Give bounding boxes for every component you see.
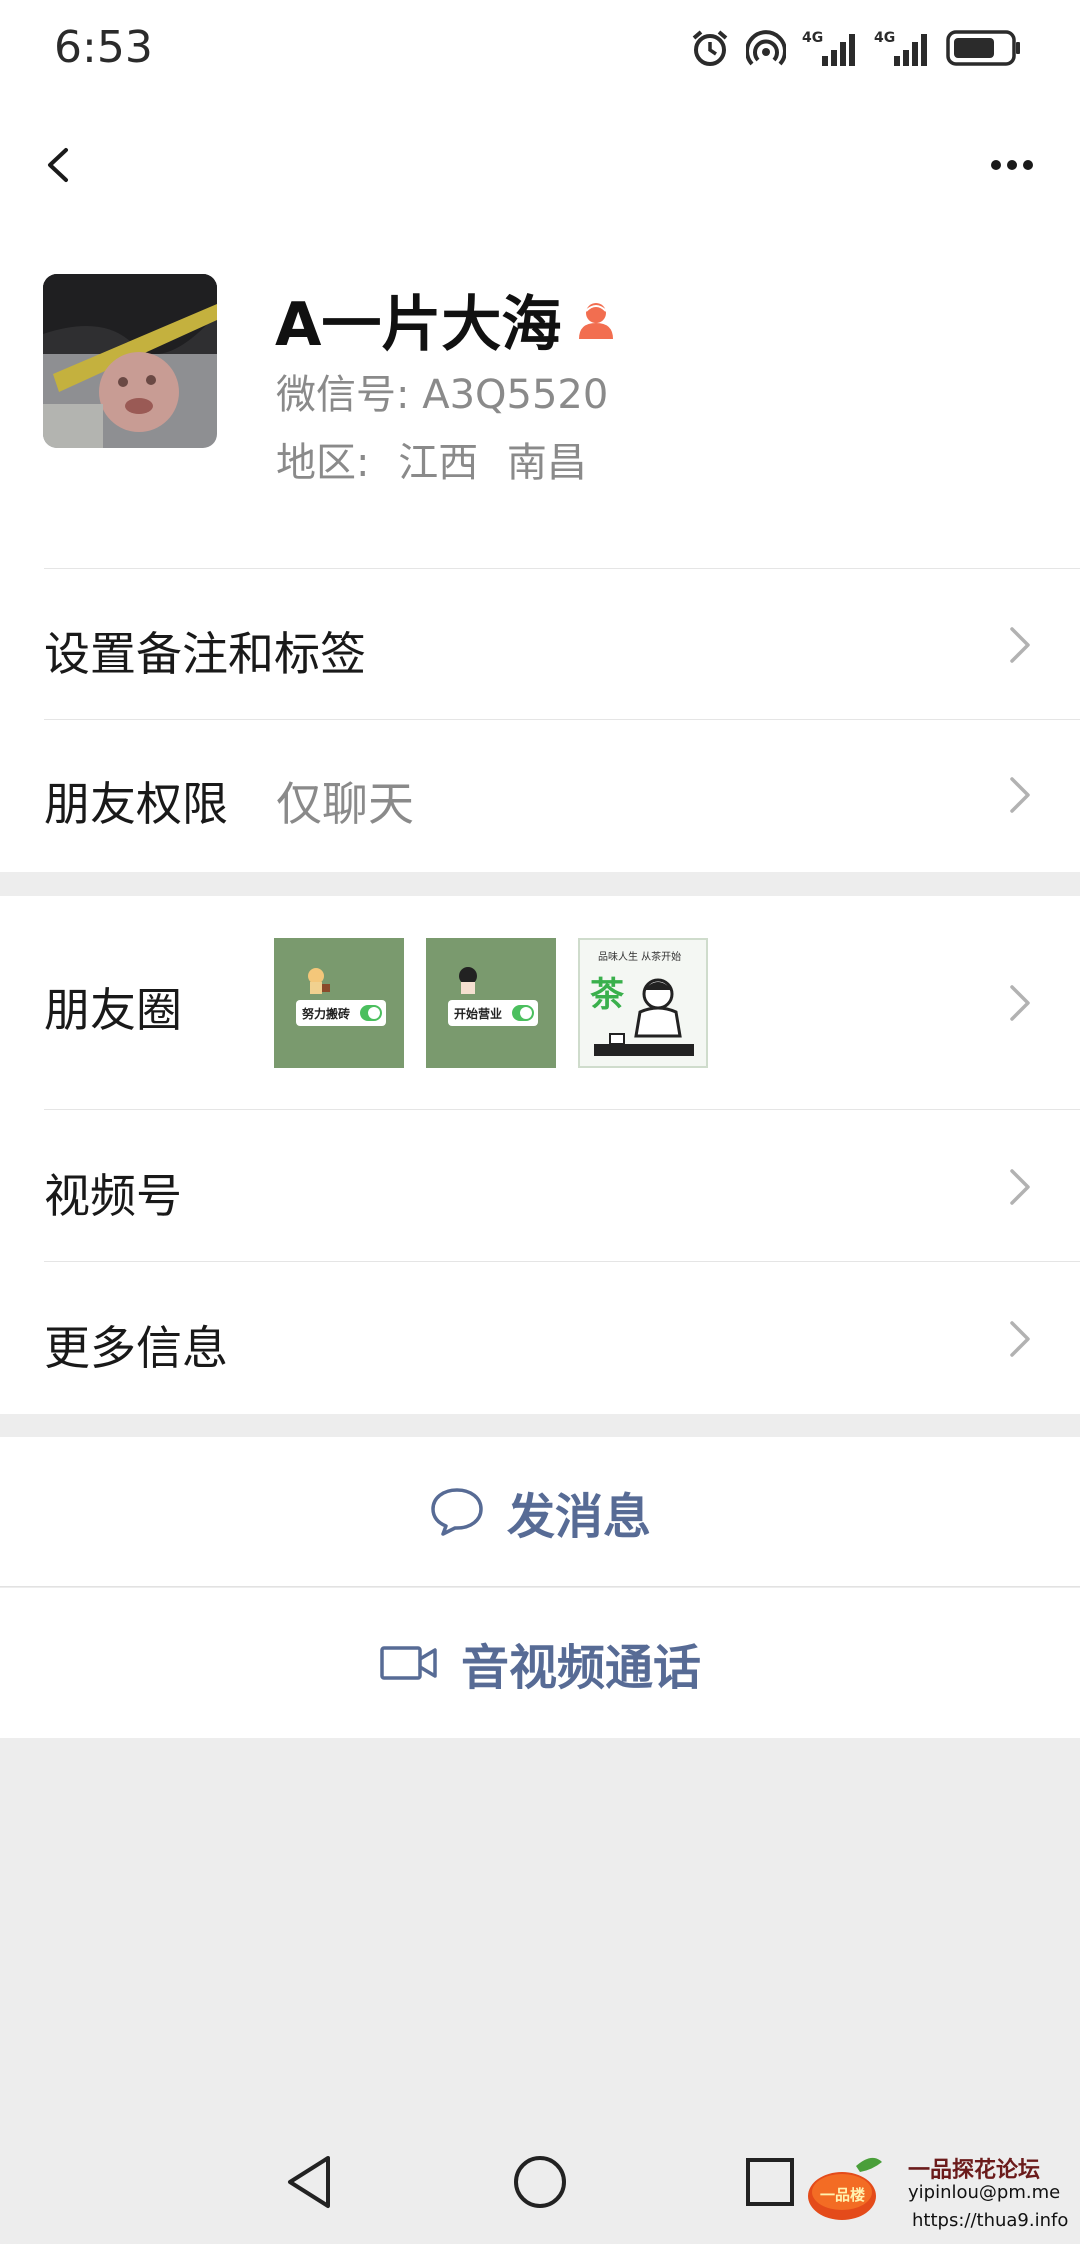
status-icons: 4G 4G: [690, 28, 1022, 68]
wechat-id-row: 微信号: A3Q5520: [276, 362, 608, 420]
alarm-icon: [692, 30, 728, 66]
triangle-back-icon[interactable]: [282, 2150, 338, 2214]
moments-thumbnails: 努力搬砖 开始营业 品味人生 从茶开始 茶: [274, 938, 708, 1068]
avatar[interactable]: [43, 274, 217, 448]
watermark-email: yipinlou@pm.me: [908, 2182, 1061, 2203]
status-time: 6:53: [54, 22, 153, 73]
cell-channels[interactable]: 视频号: [0, 1110, 1080, 1262]
battery-icon: [946, 30, 1020, 66]
chevron-right-icon: [1010, 627, 1030, 663]
watermark: 一品楼 一品探花论坛 yipinlou@pm.me https://thua9.…: [806, 2148, 1068, 2244]
more-button[interactable]: [972, 130, 1052, 200]
friend-permission-value: 仅聊天: [276, 777, 414, 831]
friend-permission-label: 朋友权限: [44, 777, 228, 831]
moments-caption-2: 开始营业: [454, 1006, 502, 1021]
chevron-right-icon: [1010, 985, 1030, 1021]
cell-more-info[interactable]: 更多信息: [0, 1262, 1080, 1414]
status-bar: 6:53 4G 4G: [0, 0, 1080, 100]
cell-friend-permission[interactable]: 朋友权限 仅聊天: [0, 720, 1080, 872]
watermark-url: https://thua9.info: [912, 2210, 1069, 2231]
region-province: 江西: [398, 440, 479, 486]
moments-label: 朋友圈: [44, 983, 182, 1037]
region-city: 南昌: [506, 440, 587, 486]
hotspot-icon: [746, 30, 786, 66]
circle-home-icon[interactable]: [510, 2150, 570, 2214]
divider: [44, 568, 1080, 569]
moments-caption-1: 努力搬砖: [302, 1006, 350, 1021]
nickname-row: A一片大海: [275, 276, 619, 363]
wechat-id: A3Q5520: [422, 372, 609, 418]
female-icon: [579, 302, 614, 339]
chevron-right-icon: [1010, 1321, 1030, 1357]
av-call-button[interactable]: 音视频通话: [0, 1588, 1080, 1738]
moments-thumbnail[interactable]: 品味人生 从茶开始 茶: [578, 938, 708, 1068]
remarks-tags-label: 设置备注和标签: [44, 627, 366, 681]
profile-header: A一片大海 微信号: A3Q5520 地区: 江西 南昌: [0, 230, 1080, 570]
moments-caption-3-big: 茶: [590, 975, 625, 1015]
more-info-label: 更多信息: [44, 1321, 228, 1375]
more-horizontal-icon: [991, 160, 1033, 170]
signal-4g-icon: 4G: [802, 30, 855, 66]
divider: [0, 1586, 1080, 1587]
send-message-label: 发消息: [506, 1489, 651, 1545]
channels-label: 视频号: [44, 1169, 182, 1223]
nickname: A一片大海: [275, 290, 562, 360]
cell-remarks-tags[interactable]: 设置备注和标签: [0, 570, 1080, 720]
watermark-title: 一品探花论坛: [908, 2158, 1041, 2183]
moments-caption-3-top: 品味人生 从茶开始: [598, 950, 681, 963]
nav-bar: [0, 100, 1080, 230]
watermark-logo: 一品楼: [808, 2157, 882, 2220]
back-button[interactable]: [28, 130, 98, 200]
network-2-label: 4G: [874, 30, 895, 46]
chevron-left-icon: [48, 148, 68, 182]
send-message-button[interactable]: 发消息: [0, 1437, 1080, 1587]
moments-thumbnail[interactable]: 努力搬砖: [274, 938, 404, 1068]
moments-thumbnail[interactable]: 开始营业: [426, 938, 556, 1068]
chevron-right-icon: [1010, 777, 1030, 813]
watermark-logo-text: 一品楼: [820, 2186, 865, 2204]
video-camera-icon: [380, 1646, 437, 1680]
signal-4g-icon: 4G: [874, 30, 927, 66]
square-recents-icon[interactable]: [742, 2150, 798, 2214]
region-label: 地区:: [276, 440, 370, 486]
network-1-label: 4G: [802, 30, 823, 46]
cell-moments[interactable]: 朋友圈 努力搬砖 开始营业 品味人生 从茶开始 茶: [0, 896, 1080, 1110]
chevron-right-icon: [1010, 1169, 1030, 1205]
av-call-label: 音视频通话: [460, 1640, 701, 1696]
region-row: 地区: 江西 南昌: [276, 430, 587, 488]
wechat-id-label: 微信号:: [276, 372, 410, 418]
chat-bubble-icon: [431, 1488, 483, 1536]
